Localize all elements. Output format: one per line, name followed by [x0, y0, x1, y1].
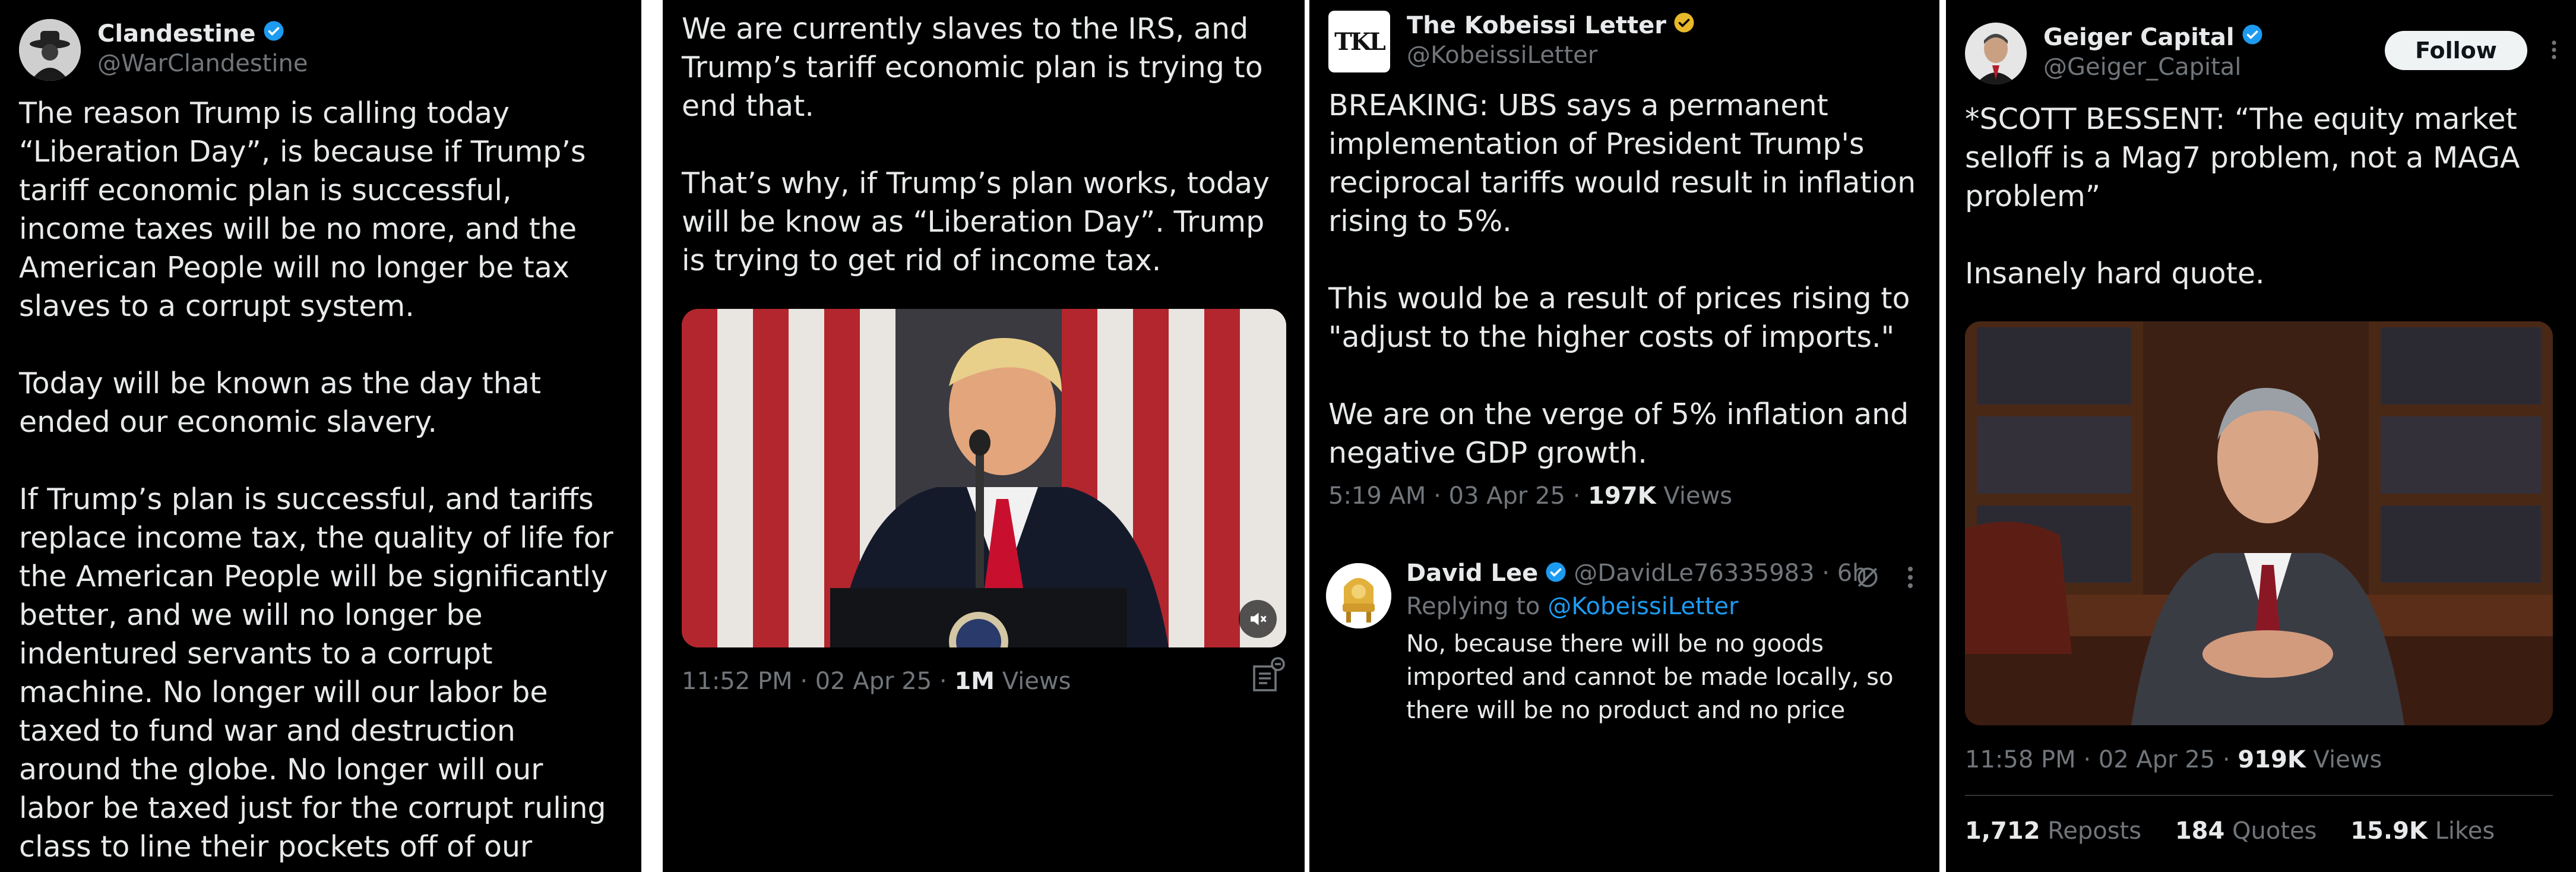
- tweet-photo: [1965, 321, 2553, 725]
- tweet-meta: 11:52 PM · 02 Apr 25 · 1M Views: [682, 668, 1071, 695]
- post-analytics-icon[interactable]: [1252, 657, 1285, 695]
- reposts-label: Reposts: [2047, 817, 2142, 845]
- follow-button[interactable]: Follow: [2385, 31, 2527, 70]
- replying-to-prefix: Replying to: [1406, 593, 1548, 620]
- quotes-count: 184: [2175, 817, 2225, 845]
- video-thumbnail: [682, 309, 1286, 647]
- tweet-meta: 11:58 PM · 02 Apr 25 · 919K Views: [1965, 746, 2382, 773]
- views-label: Views: [994, 668, 1071, 695]
- views-count: 919K: [2238, 746, 2306, 773]
- tweet-text: We are currently slaves to the IRS, and …: [682, 12, 1270, 277]
- display-name-row[interactable]: Geiger Capital: [2043, 23, 2263, 52]
- tweet-text: BREAKING: UBS says a permanent implement…: [1328, 89, 1916, 470]
- avatar-logo-text: TKL: [1334, 27, 1386, 56]
- views-label: Views: [2305, 746, 2382, 773]
- quotes-label: Quotes: [2232, 817, 2317, 845]
- tweet-header: Geiger Capital @Geiger_Capital: [1965, 23, 2263, 84]
- display-name[interactable]: The Kobeissi Letter: [1407, 11, 1666, 40]
- timestamp[interactable]: 11:58 PM · 02 Apr 25 ·: [1965, 746, 2238, 773]
- reply-display-name[interactable]: David Lee: [1406, 560, 1538, 587]
- avatar[interactable]: [1326, 563, 1391, 628]
- display-name[interactable]: Clandestine: [97, 19, 256, 49]
- verified-badge-icon: [2242, 23, 2263, 52]
- replying-to: Replying to @KobeissiLetter: [1406, 593, 1738, 620]
- tweet-continuation: We are currently slaves to the IRS, and …: [663, 0, 1305, 872]
- display-name[interactable]: Geiger Capital: [2043, 23, 2235, 52]
- tweet-clandestine: Clandestine @WarClandestine The reason T…: [0, 0, 641, 872]
- tweet-image[interactable]: [1965, 321, 2553, 725]
- timestamp[interactable]: 11:52 PM · 02 Apr 25 ·: [682, 668, 954, 695]
- reply-text: No, because there will be no goods impor…: [1406, 630, 1894, 724]
- likes-stat[interactable]: 15.9K Likes: [2350, 817, 2495, 845]
- user-handle[interactable]: @WarClandestine: [97, 49, 308, 78]
- replying-to-link[interactable]: @KobeissiLetter: [1548, 593, 1738, 620]
- views-label: Views: [1656, 482, 1733, 510]
- mute-icon[interactable]: [1239, 600, 1277, 638]
- reposts-stat[interactable]: 1,712 Reposts: [1965, 817, 2141, 845]
- more-options-icon[interactable]: [2549, 39, 2559, 63]
- views-count: 197K: [1588, 482, 1656, 510]
- more-options-icon[interactable]: [1904, 565, 1916, 592]
- video-player[interactable]: [682, 309, 1286, 647]
- divider: [1965, 795, 2553, 796]
- likes-label: Likes: [2435, 817, 2495, 845]
- tweet-header: TKL The Kobeissi Letter @KobeissiLetter: [1328, 11, 1695, 72]
- reply-handle-time[interactable]: @DavidLe76335983 · 6h: [1574, 560, 1867, 587]
- tweet-meta: 5:19 AM · 03 Apr 25 · 197K Views: [1328, 482, 1732, 510]
- likes-count: 15.9K: [2350, 817, 2428, 845]
- tweet-text: *SCOTT BESSENT: “The equity market sello…: [1965, 102, 2520, 290]
- grok-icon[interactable]: [1855, 564, 1881, 593]
- user-handle[interactable]: @Geiger_Capital: [2043, 52, 2263, 82]
- avatar[interactable]: TKL: [1328, 11, 1390, 72]
- display-name-row[interactable]: The Kobeissi Letter: [1407, 11, 1695, 40]
- display-name-row[interactable]: Clandestine: [97, 19, 308, 49]
- tweet-header: Clandestine @WarClandestine: [19, 19, 308, 81]
- avatar[interactable]: [19, 19, 81, 81]
- tweet-text: The reason Trump is calling today “Liber…: [19, 96, 613, 872]
- tweet-geiger: Geiger Capital @Geiger_Capital Follow *S…: [1946, 0, 2576, 872]
- verified-gold-badge-icon: [1673, 11, 1695, 40]
- engagement-stats: 1,712 Reposts 184 Quotes 15.9K Likes: [1965, 817, 2495, 845]
- user-handle[interactable]: @KobeissiLetter: [1407, 40, 1695, 70]
- avatar[interactable]: [1965, 23, 2027, 84]
- timestamp[interactable]: 5:19 AM · 03 Apr 25 ·: [1328, 482, 1588, 510]
- verified-badge-icon: [263, 19, 284, 49]
- verified-badge-icon: [1545, 561, 1567, 585]
- quotes-stat[interactable]: 184 Quotes: [2175, 817, 2317, 845]
- tweet-kobeissi: TKL The Kobeissi Letter @KobeissiLetter …: [1309, 0, 1939, 872]
- reposts-count: 1,712: [1965, 817, 2040, 845]
- views-count: 1M: [954, 668, 995, 695]
